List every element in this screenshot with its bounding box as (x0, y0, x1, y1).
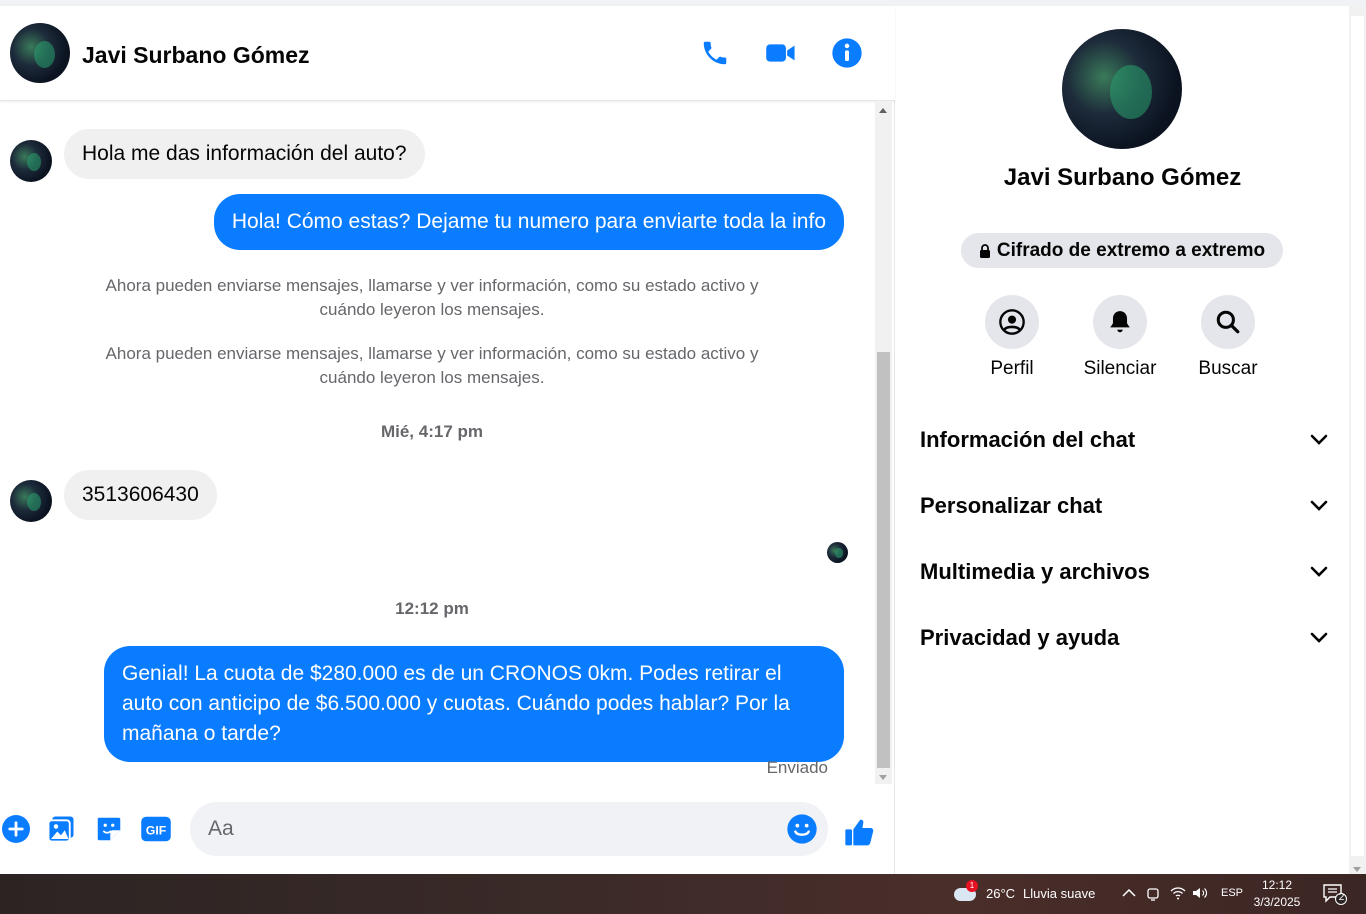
section-privacy-help[interactable]: Privacidad y ayuda (920, 613, 1328, 663)
photo-gallery-icon (47, 816, 74, 843)
profile-action[interactable]: Perfil (967, 295, 1057, 380)
gif-button[interactable]: GIF (140, 813, 172, 845)
contact-name[interactable]: Javi Surbano Gómez (82, 42, 310, 69)
profile-avatar[interactable] (1062, 29, 1182, 149)
weather-widget[interactable]: 1 26°C Lluvia suave (952, 880, 1096, 904)
section-title: Personalizar chat (920, 493, 1103, 518)
message-input-box[interactable] (190, 802, 828, 856)
section-media-files[interactable]: Multimedia y archivos (920, 547, 1328, 597)
gif-icon: GIF (141, 816, 171, 842)
chevron-up-icon[interactable] (1122, 888, 1136, 898)
read-receipt-avatar (827, 542, 848, 563)
system-clock[interactable]: 12:12 3/3/2025 (1252, 877, 1302, 911)
search-action-label: Buscar (1198, 358, 1258, 379)
scroll-up-arrow-icon[interactable] (879, 108, 887, 113)
weather-description: Lluvia suave (1023, 885, 1096, 901)
more-actions-button[interactable] (0, 813, 32, 845)
thumbs-up-icon (845, 819, 874, 846)
emoji-smiley-icon (787, 814, 817, 844)
weather-alert-badge: 1 (966, 880, 978, 892)
chat-panel: Javi Surbano Gómez Hola me das informaci… (0, 6, 895, 874)
sender-avatar[interactable] (10, 480, 52, 522)
rain-cloud-icon: 1 (952, 880, 978, 904)
message-input[interactable] (208, 802, 768, 856)
lock-icon (979, 243, 990, 258)
section-customize-chat[interactable]: Personalizar chat (920, 481, 1328, 531)
video-call-button[interactable] (764, 36, 798, 70)
windows-taskbar: 1 26°C Lluvia suave ESP 12:12 3/3/2025 2 (0, 874, 1366, 914)
conversation-info-panel: Javi Surbano Gómez Cifrado de extremo a … (896, 6, 1349, 874)
sticker-icon (97, 817, 121, 841)
notification-center-button[interactable]: 2 (1322, 883, 1348, 905)
emoji-button[interactable] (786, 813, 818, 845)
bell-icon (1110, 311, 1130, 333)
outgoing-message[interactable]: Genial! La cuota de $280.000 es de un CR… (104, 646, 844, 762)
clock-time: 12:12 (1261, 878, 1293, 892)
messenger-window: Javi Surbano Gómez Hola me das informaci… (0, 0, 1366, 874)
chevron-down-icon (1310, 566, 1328, 577)
like-send-button[interactable] (844, 816, 876, 848)
page-scrollbar[interactable] (1349, 6, 1366, 874)
mute-action[interactable]: Silenciar (1075, 295, 1165, 380)
profile-icon (999, 309, 1025, 335)
volume-icon[interactable] (1192, 886, 1208, 900)
info-icon (832, 38, 862, 68)
incoming-message[interactable]: 3513606430 (64, 470, 217, 520)
section-title: Privacidad y ayuda (920, 625, 1120, 650)
clock-date: 3/3/2025 (1253, 895, 1301, 909)
notification-count: 2 (1338, 892, 1345, 903)
message-timestamp: 12:12 pm (395, 599, 469, 618)
message-timestamp: Mié, 4:17 pm (380, 422, 484, 441)
chat-header: Javi Surbano Gómez (0, 6, 895, 101)
chevron-down-icon (1310, 632, 1328, 643)
delivery-status: Enviado (766, 758, 828, 777)
encryption-label: Cifrado de extremo a extremo (996, 239, 1266, 261)
contact-avatar[interactable] (10, 23, 70, 83)
video-camera-icon (766, 44, 795, 62)
message-composer: GIF (0, 796, 895, 866)
incoming-message[interactable]: Hola me das información del auto? (64, 129, 425, 179)
conversation-info-button[interactable] (830, 36, 864, 70)
mute-action-label: Silenciar (1083, 358, 1157, 379)
encryption-badge[interactable]: Cifrado de extremo a extremo (961, 233, 1283, 268)
profile-action-label: Perfil (990, 358, 1034, 379)
phone-call-button[interactable] (698, 36, 732, 70)
message-list: Hola me das información del auto? Hola! … (0, 102, 876, 788)
wifi-icon[interactable] (1170, 886, 1186, 900)
phone-icon (703, 41, 727, 65)
sticker-button[interactable] (93, 813, 125, 845)
input-language[interactable]: ESP (1221, 887, 1243, 899)
section-chat-info[interactable]: Información del chat (920, 415, 1328, 465)
sender-avatar[interactable] (10, 140, 52, 182)
section-title: Información del chat (920, 427, 1136, 452)
temperature: 26°C (986, 885, 1016, 901)
chevron-down-icon (1310, 434, 1328, 445)
page-scrollbar-thumb[interactable] (1351, 16, 1364, 856)
plus-circle-icon (2, 815, 30, 843)
scroll-down-arrow-icon[interactable] (1353, 867, 1361, 872)
attach-photo-button[interactable] (45, 813, 77, 845)
profile-name: Javi Surbano Gómez (1003, 164, 1242, 191)
message-scrollbar[interactable] (875, 102, 892, 784)
scroll-down-arrow-icon[interactable] (879, 775, 887, 780)
search-action[interactable]: Buscar (1183, 295, 1273, 380)
search-icon (1216, 310, 1240, 334)
system-message: Ahora pueden enviarse mensajes, llamarse… (105, 344, 759, 387)
section-title: Multimedia y archivos (920, 559, 1150, 584)
meet-now-icon[interactable] (1146, 886, 1160, 902)
outgoing-message[interactable]: Hola! Cómo estas? Dejame tu numero para … (213, 194, 844, 250)
scrollbar-thumb[interactable] (877, 352, 890, 768)
system-message: Ahora pueden enviarse mensajes, llamarse… (105, 276, 759, 319)
chevron-down-icon (1310, 500, 1328, 511)
svg-text:GIF: GIF (146, 824, 167, 838)
